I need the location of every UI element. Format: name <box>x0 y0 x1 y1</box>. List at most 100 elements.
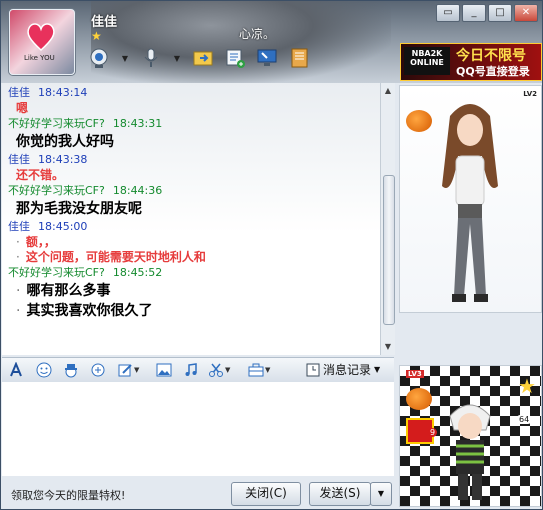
star-icon: ★ <box>91 29 102 43</box>
message-scrollbar[interactable]: ▲ ▼ <box>380 83 395 355</box>
privilege-link[interactable]: 领取您今天的限量特权! <box>11 487 125 503</box>
more-tools-button[interactable]: ▼ <box>248 362 270 378</box>
webcam-icon <box>90 48 108 68</box>
message-line: 其实我喜欢你很久了 <box>26 303 153 319</box>
vibrate-icon <box>91 363 105 377</box>
message-line: 这个问题，可能需要天时地利人和 <box>25 250 206 264</box>
message-header: 不好好学习来玩CF? 18:43:31 <box>8 116 376 132</box>
message-text: · 额，， <box>8 235 376 250</box>
message-time: 18:45:00 <box>38 220 88 233</box>
message-time: 18:44:36 <box>112 184 163 197</box>
message-header: 佳佳 18:43:14 <box>8 85 376 101</box>
hat-face-icon <box>65 364 77 378</box>
app-menu-button[interactable] <box>287 45 311 71</box>
send-image-button[interactable] <box>156 362 172 378</box>
nudge-button[interactable] <box>90 362 106 378</box>
window-controls: ▭ _ □ ✕ <box>436 4 538 22</box>
magic-emoji-button[interactable] <box>63 362 79 378</box>
scroll-down-arrow[interactable]: ▼ <box>382 340 394 354</box>
create-discussion-button[interactable] <box>223 45 247 71</box>
emoji-button[interactable] <box>36 362 52 378</box>
doodle-button[interactable]: ▼ <box>117 362 139 378</box>
send-button[interactable]: 发送(S) <box>309 482 371 506</box>
screenshot-dropdown-icon[interactable]: ▼ <box>225 366 230 374</box>
skin-button[interactable]: ▭ <box>436 4 460 22</box>
message-line: 还不错。 <box>16 168 65 182</box>
chat-window: Like YOU 佳佳 ★ 心凉。 ▭ _ □ ✕ ▼ ▼ NBA2K ONLI… <box>0 0 543 510</box>
avatar-caption: Like YOU <box>24 54 55 62</box>
message-sender[interactable]: 佳佳 <box>8 86 30 99</box>
message-sender[interactable]: 佳佳 <box>8 220 30 233</box>
ad-headline: 今日不限号 <box>456 48 526 64</box>
voice-call-dropdown[interactable]: ▼ <box>171 45 183 71</box>
message-sender[interactable]: 不好好学习来玩CF? <box>8 184 105 197</box>
close-window-button[interactable]: ✕ <box>514 4 538 22</box>
bullet-icon: · <box>16 250 20 264</box>
message-time: 18:43:31 <box>112 117 163 130</box>
my-avatar-show[interactable]: LV3 9 ★ 64 <box>399 365 542 507</box>
close-button[interactable]: 关闭(C) <box>231 482 301 506</box>
contact-signature: 心凉。 <box>239 27 276 41</box>
bullet-icon: · <box>16 303 21 319</box>
message-time: 18:43:14 <box>38 86 88 99</box>
video-call-dropdown[interactable]: ▼ <box>119 45 131 71</box>
voice-call-button[interactable] <box>139 45 163 71</box>
notebook-icon <box>291 48 308 68</box>
scroll-thumb[interactable] <box>383 175 395 325</box>
message-header: 佳佳 18:43:38 <box>8 152 376 168</box>
scroll-up-arrow[interactable]: ▲ <box>382 84 394 98</box>
screenshot-button[interactable]: ▼ <box>208 362 230 378</box>
message-input[interactable] <box>2 382 394 476</box>
advertisement-banner[interactable]: NBA2K ONLINE 今日不限号 QQ号直接登录 <box>400 43 542 81</box>
gift-count: 9 <box>428 428 438 437</box>
message-sender[interactable]: 佳佳 <box>8 153 30 166</box>
font-icon <box>10 362 22 377</box>
message-text: 还不错。 <box>8 168 376 183</box>
remote-assist-button[interactable] <box>255 45 279 71</box>
folder-arrow-icon <box>193 51 213 66</box>
message-history-button[interactable]: 消息记录 ▼ <box>306 361 380 378</box>
microphone-icon <box>144 48 158 67</box>
footer-bar: 领取您今天的限量特权! 关闭(C) 发送(S) ▼ <box>1 477 396 509</box>
message-text: · 这个问题，可能需要天时地利人和 <box>8 250 376 265</box>
ad-logo: NBA2K ONLINE <box>404 47 450 75</box>
contact-avatar-show[interactable]: LV2 <box>399 85 542 313</box>
message-line: 那为毛我没女朋友呢 <box>16 201 142 217</box>
message-header: 不好好学习来玩CF? 18:45:52 <box>8 265 376 281</box>
message-line: 你觉的我人好吗 <box>16 134 114 150</box>
toolbox-icon <box>248 363 264 377</box>
font-button[interactable] <box>8 362 24 378</box>
send-options-dropdown[interactable]: ▼ <box>370 482 392 506</box>
maximize-button[interactable]: □ <box>488 4 512 22</box>
message-text: · 哪有那么多事 <box>8 281 376 301</box>
doodle-dropdown-icon[interactable]: ▼ <box>134 366 139 374</box>
music-button[interactable] <box>183 362 199 378</box>
message-history-label: 消息记录 <box>323 363 372 377</box>
star-icon: ★ <box>518 374 536 398</box>
message-line: 嗯 <box>16 101 29 115</box>
video-call-button[interactable] <box>87 45 111 71</box>
girl-figure-icon <box>442 104 498 302</box>
boy-figure-icon <box>449 404 491 500</box>
scissors-icon <box>209 363 223 377</box>
header: Like YOU 佳佳 ★ 心凉。 ▭ _ □ ✕ ▼ ▼ NBA2K ONLI… <box>1 1 542 83</box>
message-time: 18:43:38 <box>38 153 88 166</box>
music-note-icon <box>185 363 197 376</box>
pumpkin-icon <box>406 388 432 410</box>
send-file-button[interactable] <box>191 45 215 71</box>
more-tools-dropdown-icon[interactable]: ▼ <box>265 366 270 374</box>
history-dropdown-icon[interactable]: ▼ <box>374 365 380 374</box>
contact-name[interactable]: 佳佳 <box>91 11 117 30</box>
message-history[interactable]: 佳佳 18:43:14 嗯不好好学习来玩CF? 18:43:31 你觉的我人好吗 佳佳 18… <box>2 83 380 355</box>
image-icon <box>156 363 172 377</box>
message-sender[interactable]: 不好好学习来玩CF? <box>8 266 105 279</box>
message-text: · 其实我喜欢你很久了 <box>8 301 376 321</box>
header-toolbar: ▼ ▼ <box>87 45 311 71</box>
minimize-button[interactable]: _ <box>462 4 486 22</box>
level-badge: LV2 <box>523 90 537 98</box>
smiley-icon <box>36 362 52 378</box>
avatar[interactable]: Like YOU <box>9 9 75 75</box>
bullet-icon: · <box>16 283 21 299</box>
message-sender[interactable]: 不好好学习来玩CF? <box>8 117 105 130</box>
bullet-icon: · <box>16 235 20 249</box>
